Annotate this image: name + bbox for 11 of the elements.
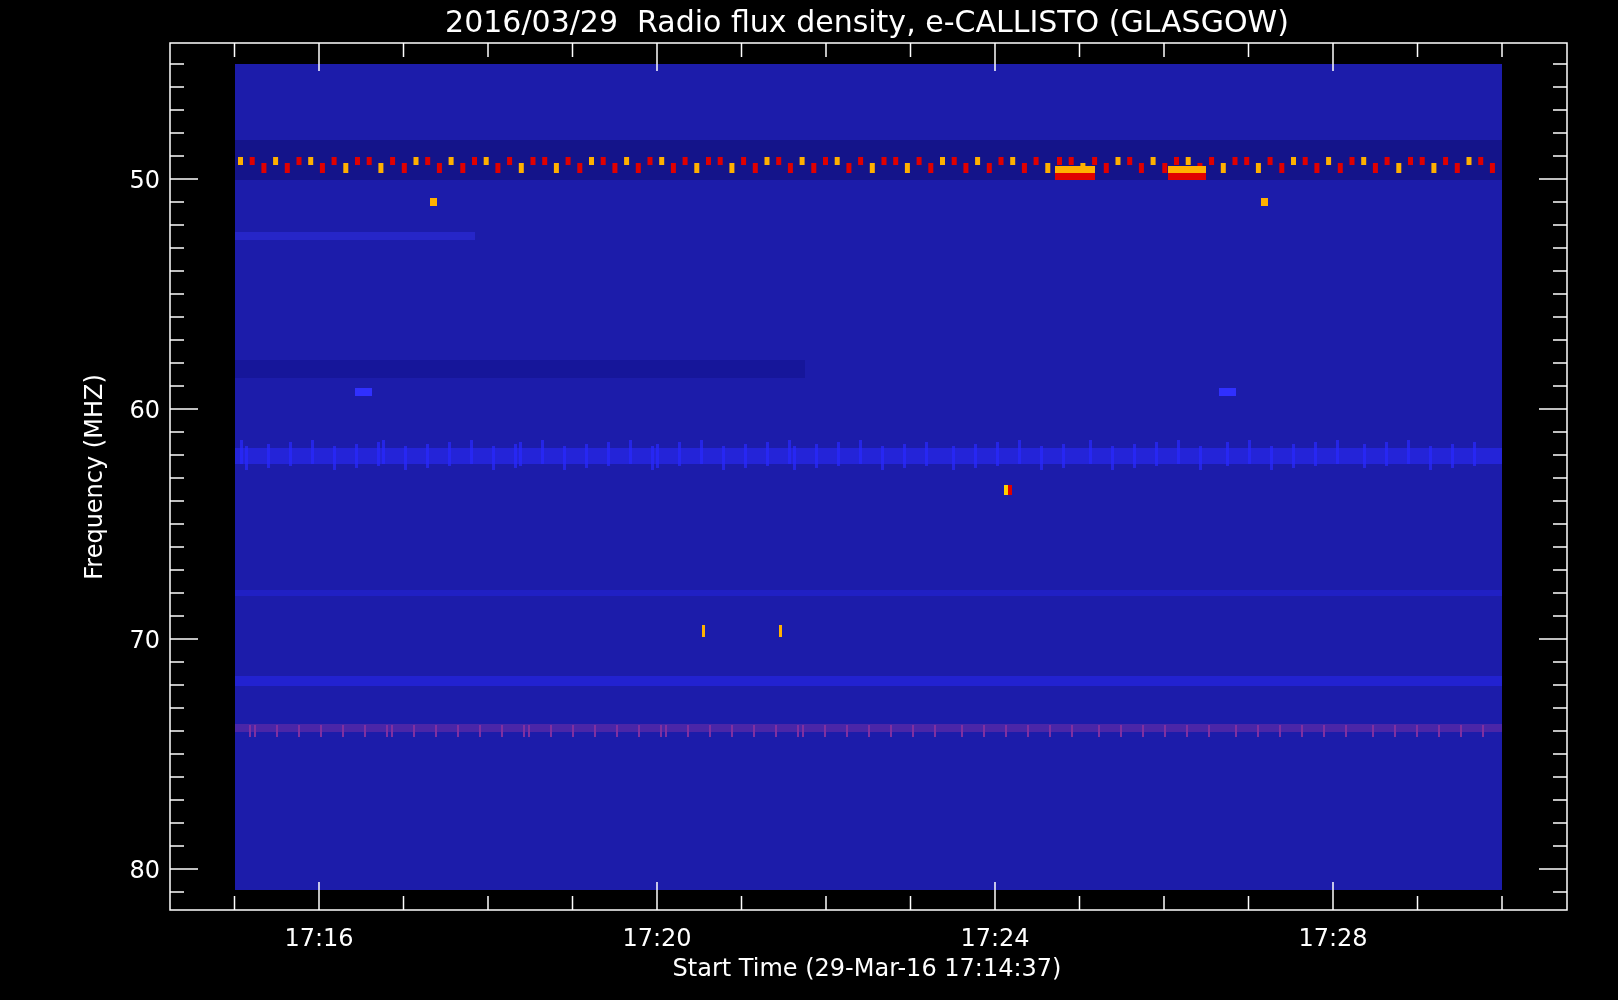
tick-label: 17:16	[284, 924, 354, 952]
axis-label: Start Time (29-Mar-16 17:14:37)	[672, 954, 1062, 982]
tick-label: 17:20	[622, 924, 692, 952]
tick-label: 17:24	[960, 924, 1030, 952]
axis-label: Frequency (MHZ)	[80, 374, 108, 580]
tick-label: 60	[129, 396, 160, 424]
chart-title: 2016/03/29 Radio flux density, e-CALLISTO (GLASGOW)	[445, 4, 1289, 39]
tick-label: 50	[129, 166, 160, 194]
tick-label: 17:28	[1298, 924, 1368, 952]
tick-label: 80	[129, 856, 160, 884]
tick-label: 70	[129, 626, 160, 654]
